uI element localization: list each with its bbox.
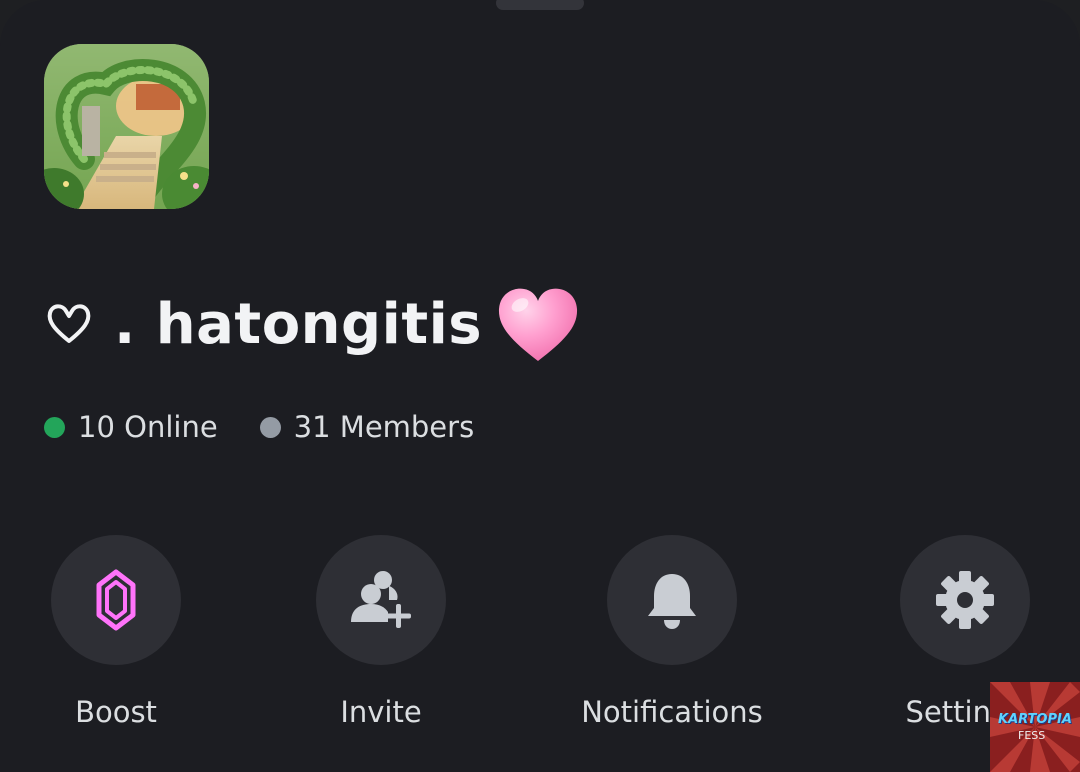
server-name-text: . hatongitis (114, 291, 483, 357)
add-user-icon (351, 571, 411, 628)
notifications-action[interactable]: Notifications (572, 535, 772, 729)
notifications-button[interactable] (607, 535, 737, 665)
member-stats: 10 Online 31 Members (44, 404, 474, 450)
members-count: 31 Members (259, 410, 475, 444)
invite-action[interactable]: Invite (281, 535, 481, 729)
invite-label: Invite (340, 695, 422, 729)
invite-button[interactable] (316, 535, 446, 665)
bell-icon (648, 574, 696, 629)
server-sheet: . hatongitis 10 Online 31 Members Boost … (0, 0, 1080, 772)
drag-handle[interactable] (496, 0, 584, 10)
server-name: . hatongitis (44, 282, 580, 366)
boost-gem-icon (96, 569, 136, 631)
online-count: 10 Online (44, 410, 218, 444)
boost-button[interactable] (51, 535, 181, 665)
pink-heart-emoji (499, 288, 578, 361)
boost-label: Boost (75, 695, 157, 729)
boost-action[interactable]: Boost (16, 535, 216, 729)
notifications-label: Notifications (581, 695, 763, 729)
outline-heart-icon (47, 304, 91, 343)
watermark-logo: KARTOPIA FESS (990, 682, 1080, 772)
online-status-dot (44, 416, 65, 438)
watermark-sub: FESS (1018, 729, 1046, 742)
settings-button[interactable] (900, 535, 1030, 665)
members-status-dot (259, 416, 281, 438)
members-label: 31 Members (293, 410, 475, 444)
watermark-title: KARTOPIA (998, 712, 1072, 727)
garden-heart-arch-image (44, 44, 209, 209)
sunburst-logo-icon (990, 682, 1080, 772)
online-label: 10 Online (78, 410, 218, 444)
gear-icon (936, 571, 994, 629)
server-icon[interactable] (44, 44, 209, 209)
